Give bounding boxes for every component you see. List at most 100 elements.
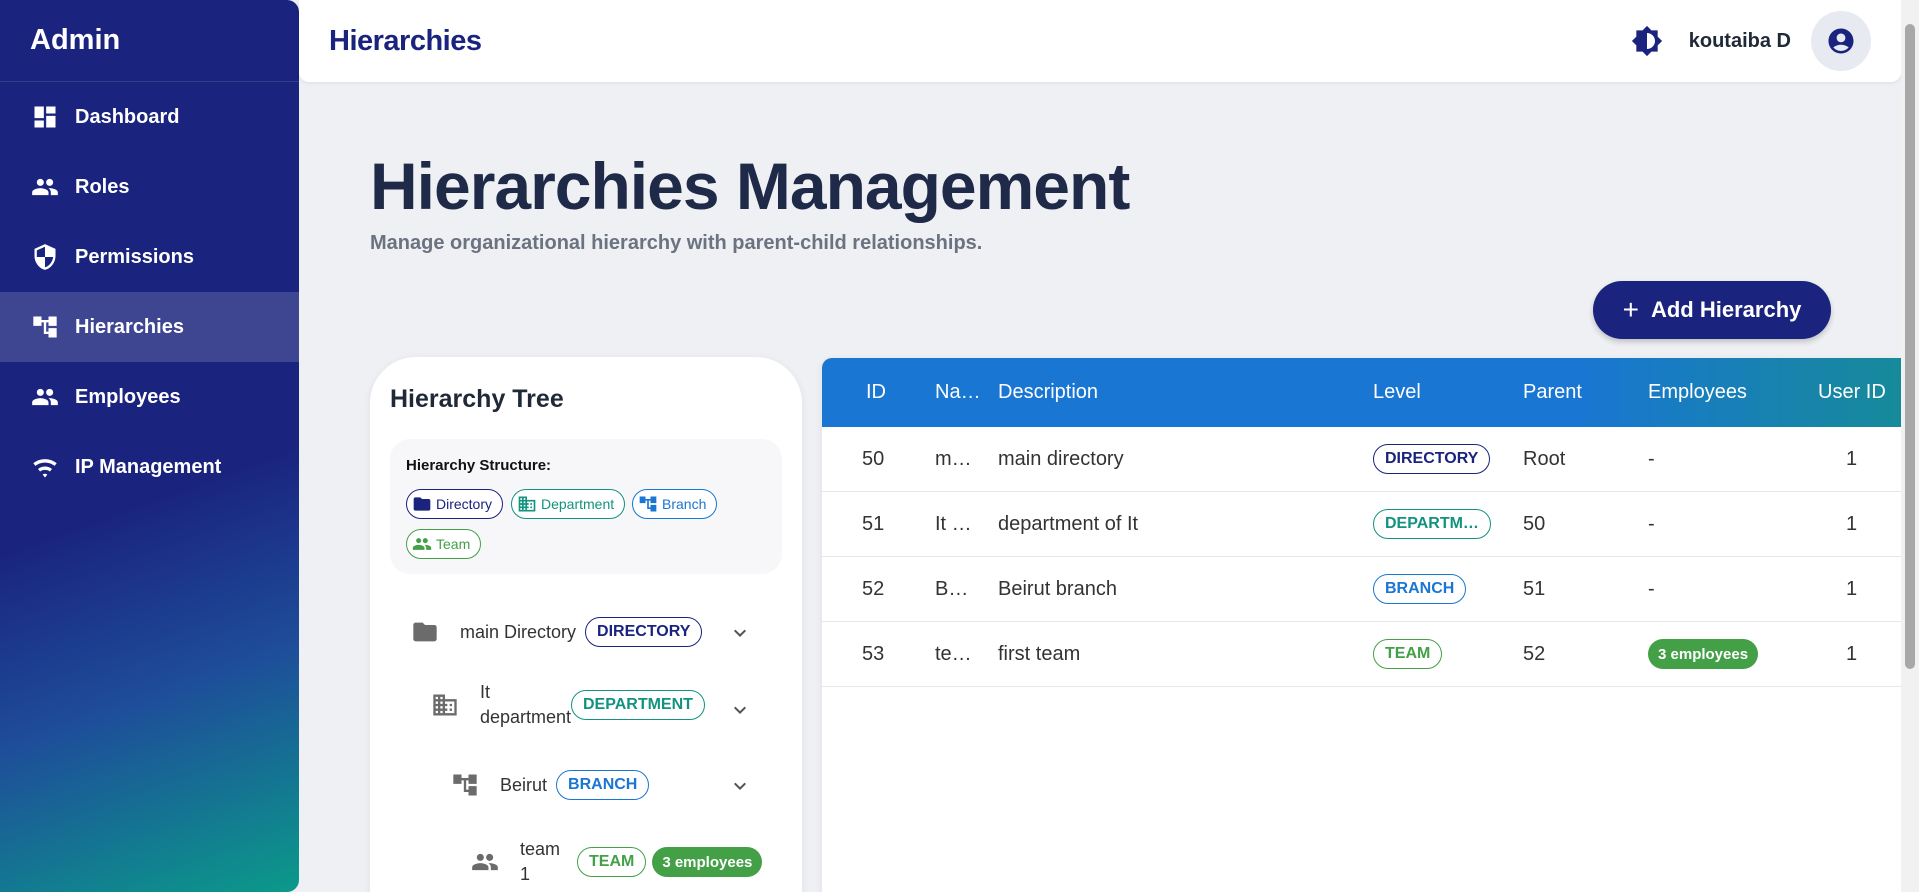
legend-team: Team bbox=[406, 529, 482, 559]
table-row[interactable]: 53 te… first team TEAM 52 3 employees 1 bbox=[822, 622, 1901, 687]
cell-id: 52 bbox=[862, 577, 885, 600]
network-icon bbox=[30, 452, 60, 482]
cell-description: department of It bbox=[998, 512, 1139, 535]
sidebar-item-label: Dashboard bbox=[75, 105, 180, 128]
cell-user-id: 1 bbox=[1846, 642, 1858, 665]
column-header-level[interactable]: Level bbox=[1373, 358, 1421, 427]
column-header-user-id[interactable]: User ID bbox=[1818, 358, 1886, 427]
hierarchy-tree-card: Hierarchy Tree Hierarchy Structure: Dire… bbox=[370, 357, 802, 892]
table-row[interactable]: 50 m… main directory DIRECTORY Root - 1 bbox=[822, 427, 1901, 492]
sidebar-brand: Admin bbox=[0, 0, 299, 82]
tree-title: Hierarchy Tree bbox=[390, 385, 564, 413]
column-header-parent[interactable]: Parent bbox=[1523, 358, 1582, 427]
hierarchy-icon bbox=[639, 496, 657, 512]
cell-name: m… bbox=[935, 447, 972, 470]
add-hierarchy-label: Add Hierarchy bbox=[1650, 297, 1802, 322]
tree-node-directory[interactable]: main Directory DIRECTORY bbox=[410, 617, 750, 647]
username: koutaiba D bbox=[1688, 29, 1791, 52]
table-row[interactable]: 51 It … department of It DEPARTM… 50 - 1 bbox=[822, 492, 1901, 557]
cell-name: It … bbox=[935, 512, 972, 535]
table-header: ID Na… Description Level Parent Employee… bbox=[822, 358, 1901, 427]
sidebar-item-employees[interactable]: Employees bbox=[0, 362, 299, 432]
chevron-down-icon[interactable] bbox=[728, 698, 752, 722]
folder-icon bbox=[410, 617, 440, 647]
hierarchies-table: ID Na… Description Level Parent Employee… bbox=[822, 358, 1901, 892]
cell-employees: - bbox=[1648, 447, 1655, 470]
table-row[interactable]: 52 B… Beirut branch BRANCH 51 - 1 bbox=[822, 557, 1901, 622]
sidebar-item-label: Roles bbox=[75, 175, 130, 198]
page-title: Hierarchies Management bbox=[370, 149, 1130, 223]
tree-node-label: It department bbox=[480, 682, 572, 727]
building-icon bbox=[518, 496, 536, 512]
people-icon bbox=[30, 172, 60, 202]
cell-parent: 51 bbox=[1523, 577, 1546, 600]
dashboard-icon bbox=[30, 102, 60, 132]
cell-user-id: 1 bbox=[1846, 447, 1858, 470]
page-subtitle: Manage organizational hierarchy with par… bbox=[370, 232, 983, 254]
tree-node-label: team 1 bbox=[520, 839, 561, 884]
account-circle-icon bbox=[1828, 28, 1854, 54]
cell-employees: - bbox=[1648, 512, 1655, 535]
structure-label: Hierarchy Structure: bbox=[406, 457, 552, 474]
sidebar: Admin Dashboard Roles Permissions Hierar… bbox=[0, 0, 299, 892]
theme-toggle-button[interactable] bbox=[1627, 21, 1667, 61]
hierarchy-icon bbox=[30, 312, 60, 342]
page-scrollbar[interactable] bbox=[1901, 0, 1919, 892]
sidebar-item-label: Hierarchies bbox=[75, 315, 184, 338]
cell-employees: - bbox=[1648, 577, 1655, 600]
column-header-name[interactable]: Na… bbox=[935, 358, 981, 427]
column-header-id[interactable]: ID bbox=[866, 358, 886, 427]
cell-description: Beirut branch bbox=[998, 577, 1117, 600]
cell-description: first team bbox=[998, 642, 1081, 665]
cell-description: main directory bbox=[998, 447, 1124, 470]
sidebar-item-roles[interactable]: Roles bbox=[0, 152, 299, 222]
cell-user-id: 1 bbox=[1846, 577, 1858, 600]
level-badge: DIRECTORY bbox=[585, 617, 703, 647]
sidebar-nav: Dashboard Roles Permissions Hierarchies … bbox=[0, 82, 299, 502]
account-button[interactable] bbox=[1811, 11, 1871, 71]
legend-branch: Branch bbox=[632, 489, 718, 519]
plus-icon: + bbox=[1622, 294, 1639, 325]
tree-node-team[interactable]: team 1 TEAM 3 employees bbox=[470, 837, 800, 887]
level-badge: BRANCH bbox=[1373, 574, 1467, 604]
sidebar-item-hierarchies[interactable]: Hierarchies bbox=[0, 292, 299, 362]
column-header-employees[interactable]: Employees bbox=[1648, 358, 1747, 427]
tree-node-label: main Directory bbox=[460, 621, 577, 642]
scrollbar-thumb[interactable] bbox=[1905, 24, 1915, 669]
cell-id: 50 bbox=[862, 447, 885, 470]
shield-icon bbox=[30, 242, 60, 272]
folder-icon bbox=[413, 497, 431, 511]
people-icon bbox=[412, 538, 432, 550]
sidebar-item-ip-management[interactable]: IP Management bbox=[0, 432, 299, 502]
column-header-description[interactable]: Description bbox=[998, 358, 1098, 427]
top-bar: Hierarchies koutaiba D bbox=[299, 0, 1901, 82]
people-icon bbox=[470, 847, 500, 877]
sidebar-item-dashboard[interactable]: Dashboard bbox=[0, 82, 299, 152]
people-icon bbox=[30, 382, 60, 412]
tree-node-branch[interactable]: Beirut BRANCH bbox=[450, 770, 750, 800]
level-badge: TEAM bbox=[1373, 639, 1443, 669]
level-badge: DEPARTMENT bbox=[571, 690, 705, 720]
add-hierarchy-button[interactable]: + Add Hierarchy bbox=[1593, 281, 1831, 339]
topbar-title: Hierarchies bbox=[329, 24, 482, 57]
legend-department: Department bbox=[511, 489, 626, 519]
chevron-down-icon[interactable] bbox=[728, 774, 752, 798]
level-badge: DIRECTORY bbox=[1373, 444, 1491, 474]
cell-name: B… bbox=[935, 577, 969, 600]
level-badge: BRANCH bbox=[556, 770, 650, 800]
chevron-down-icon[interactable] bbox=[728, 621, 752, 645]
employee-count-badge: 3 employees bbox=[1648, 639, 1759, 669]
cell-parent: 52 bbox=[1523, 642, 1546, 665]
tree-node-label: Beirut bbox=[500, 774, 548, 795]
tree-node-department[interactable]: It department DEPARTMENT bbox=[430, 680, 750, 730]
employee-count-badge: 3 employees bbox=[652, 847, 763, 877]
sidebar-item-label: Permissions bbox=[75, 245, 194, 268]
cell-id: 51 bbox=[862, 512, 885, 535]
sidebar-item-label: Employees bbox=[75, 385, 181, 408]
building-icon bbox=[430, 690, 460, 720]
level-badge: TEAM bbox=[577, 847, 647, 877]
sidebar-item-label: IP Management bbox=[75, 455, 222, 478]
cell-user-id: 1 bbox=[1846, 512, 1858, 535]
hierarchy-icon bbox=[450, 770, 480, 800]
sidebar-item-permissions[interactable]: Permissions bbox=[0, 222, 299, 292]
